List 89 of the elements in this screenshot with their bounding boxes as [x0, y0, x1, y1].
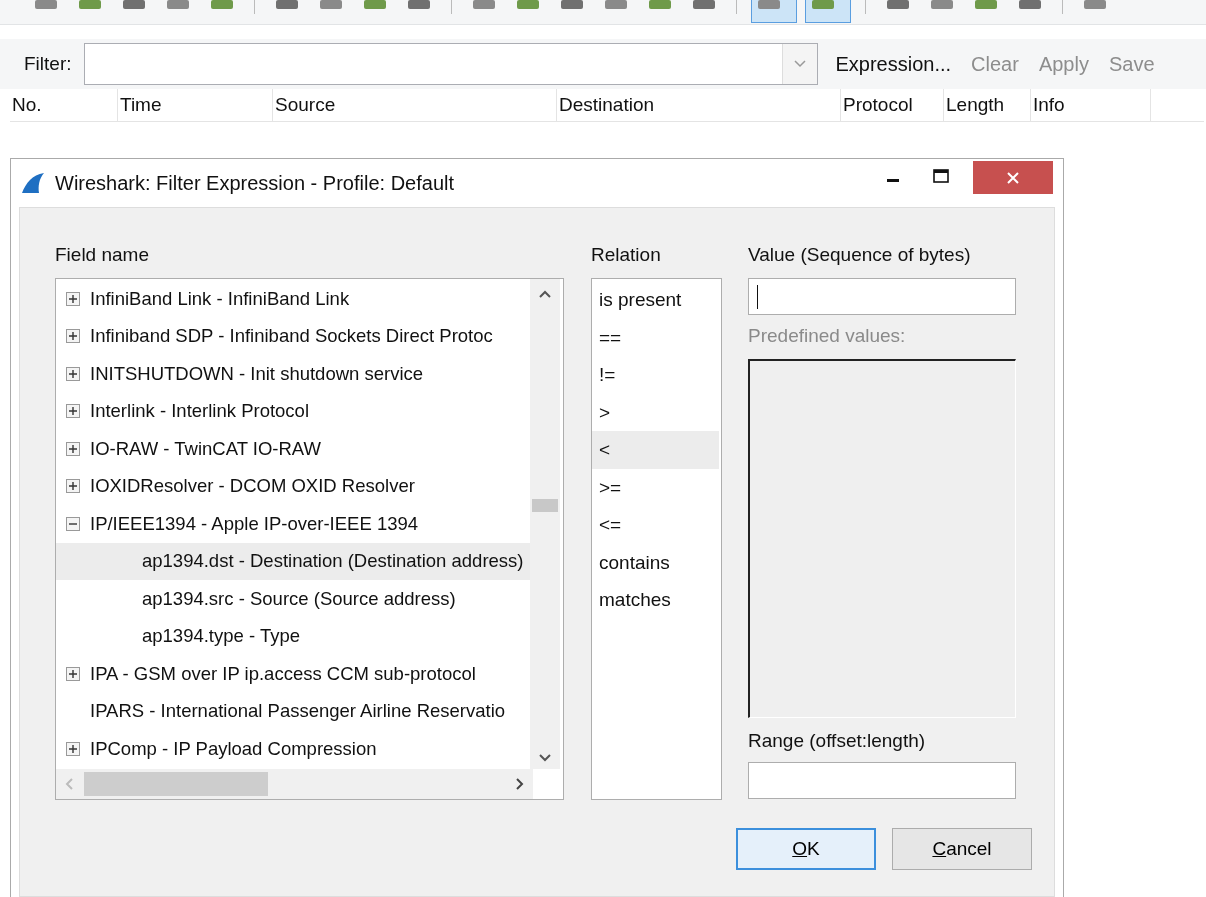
scroll-up-icon[interactable] [538, 289, 552, 299]
value-label: Value (Sequence of bytes) [748, 243, 972, 267]
dialog-button[interactable]: OK [736, 828, 876, 870]
toolbar-icon [810, 0, 836, 12]
toolbar-icon [885, 0, 911, 12]
toolbar-button[interactable] [751, 0, 797, 23]
toolbar-icon [691, 0, 717, 12]
toolbar-icon [1082, 0, 1108, 12]
scroll-left-icon[interactable] [64, 777, 74, 791]
tree-item[interactable]: IPA - GSM over IP ip.access CCM sub-protocol [56, 655, 530, 693]
field-name-label: Field name [55, 243, 150, 267]
scrollbar-thumb[interactable] [84, 772, 268, 796]
toolbar-icon [929, 0, 955, 12]
filter-combo-box[interactable] [83, 43, 818, 85]
value-input-field[interactable] [748, 278, 1016, 315]
relation-item[interactable]: matches [592, 581, 719, 619]
relation-item[interactable]: is present [592, 281, 719, 319]
expand-icon[interactable] [66, 741, 80, 756]
toolbar-icon [318, 0, 344, 12]
expand-icon[interactable] [66, 404, 80, 419]
toolbar-icon [209, 0, 235, 12]
tree-item[interactable]: ap1394.type - Type [56, 617, 530, 655]
predefined-values-label: Predefined values: [748, 324, 907, 348]
shark-fin-icon [20, 171, 46, 195]
toolbar-icon [121, 0, 147, 12]
column-header[interactable]: No. [10, 89, 118, 121]
tree-item[interactable]: ap1394.src - Source (Source address) [56, 580, 530, 618]
expand-icon[interactable] [66, 479, 80, 494]
scrollbar-thumb[interactable] [532, 499, 558, 512]
toolbar-icon [515, 0, 541, 12]
toolbar-icon [973, 0, 999, 12]
toolbar-icon [471, 0, 497, 12]
toolbar-icon [1017, 0, 1043, 12]
column-header[interactable]: Info [1031, 89, 1151, 121]
expand-icon[interactable] [66, 666, 80, 681]
expand-icon[interactable] [66, 329, 80, 344]
filter-label: Filter: [24, 53, 72, 75]
tree-item[interactable]: IOXIDResolver - DCOM OXID Resolver [56, 467, 530, 505]
toolbar-icon [756, 0, 782, 12]
scroll-right-icon[interactable] [515, 777, 525, 791]
column-header[interactable]: Source [273, 89, 557, 121]
toolbar-button[interactable] [805, 0, 851, 23]
toolbar-icon [603, 0, 629, 12]
scroll-down-icon[interactable] [538, 753, 552, 763]
column-header[interactable]: Length [944, 89, 1031, 121]
relation-item[interactable]: != [592, 356, 719, 394]
range-input-field[interactable] [748, 762, 1016, 799]
expand-icon[interactable] [66, 441, 80, 456]
toolbar-icon [274, 0, 300, 12]
column-header[interactable]: Destination [557, 89, 841, 121]
toolbar-icon [406, 0, 432, 12]
expand-icon[interactable] [66, 291, 80, 306]
collapse-icon[interactable] [66, 516, 80, 531]
close-icon [1006, 170, 1020, 185]
maximize-icon [933, 168, 949, 183]
relation-item[interactable]: <= [592, 506, 719, 544]
tree-item[interactable]: ap1394.dst - Destination (Destination address) [56, 542, 530, 580]
tree-item[interactable]: InfiniBand Link - InfiniBand Link [56, 280, 530, 318]
minimize-icon [887, 179, 899, 182]
vertical-scrollbar[interactable] [530, 279, 560, 769]
relation-item[interactable]: == [592, 318, 719, 356]
tree-item[interactable]: INITSHUTDOWN - Init shutdown service [56, 355, 530, 393]
column-header[interactable]: Time [118, 89, 273, 121]
relation-item[interactable]: >= [592, 468, 719, 506]
tree-item[interactable]: IP/IEEE1394 - Apple IP-over-IEEE 1394 [56, 505, 530, 543]
toolbar-icon [362, 0, 388, 12]
filter-toolbar-button[interactable]: Expression... [825, 52, 962, 76]
tree-item[interactable]: IO-RAW - TwinCAT IO-RAW [56, 430, 530, 468]
relation-label: Relation [591, 243, 662, 267]
toolbar-icon [165, 0, 191, 12]
range-label: Range (offset:length) [748, 729, 927, 753]
tree-item[interactable]: Interlink - Interlink Protocol [56, 392, 530, 430]
tree-item[interactable]: IPComp - IP Payload Compression [56, 730, 530, 768]
relation-item[interactable]: > [592, 393, 719, 431]
toolbar-icon [647, 0, 673, 12]
tree-item[interactable]: IPARS - International Passenger Airline Reservatio [56, 692, 530, 730]
toolbar-icon [559, 0, 585, 12]
dialog-button[interactable]: Cancel [892, 828, 1032, 870]
dropdown-caret-icon [792, 59, 807, 69]
column-header[interactable]: Protocol [841, 89, 944, 121]
window-title: Wireshark: Filter Expression - Profile: Default [55, 171, 455, 195]
relation-item[interactable]: contains [592, 543, 719, 581]
toolbar-icon [33, 0, 59, 12]
toolbar-icon [77, 0, 103, 12]
tree-item[interactable]: Infiniband SDP - Infiniband Sockets Direct Protoc [56, 317, 530, 355]
close-button[interactable] [973, 161, 1053, 194]
horizontal-scrollbar[interactable] [56, 769, 533, 799]
relation-item[interactable]: < [592, 431, 719, 469]
expand-icon[interactable] [66, 366, 80, 381]
